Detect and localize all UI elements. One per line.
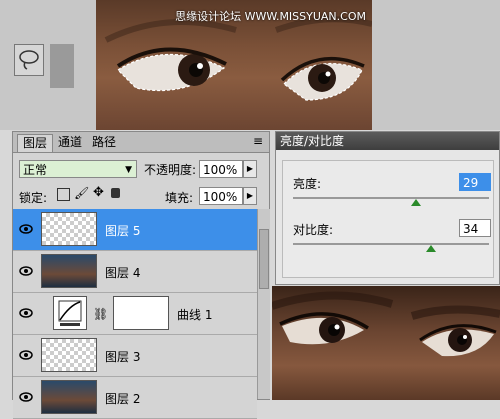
watermark-text: 思缘设计论坛 WWW.MISSYUAN.COM bbox=[175, 10, 366, 23]
layer-thumbnail bbox=[41, 338, 97, 372]
visibility-eye-icon[interactable] bbox=[19, 349, 33, 361]
visibility-eye-icon[interactable] bbox=[19, 391, 33, 403]
layer-row-3[interactable]: 图层 3 bbox=[13, 335, 257, 377]
opacity-label: 不透明度: bbox=[144, 163, 197, 177]
curves-adjustment-icon bbox=[53, 296, 87, 330]
brightness-slider-track[interactable] bbox=[293, 197, 489, 199]
layer-row-curves[interactable]: ⛓ 曲线 1 bbox=[13, 293, 257, 335]
panel-title: 亮度/对比度 bbox=[276, 132, 499, 150]
brightness-input[interactable]: 29 bbox=[459, 173, 491, 191]
lock-position-move-icon[interactable]: ✥ bbox=[93, 185, 104, 200]
opacity-stepper[interactable]: ▶ bbox=[243, 160, 257, 178]
contrast-label: 对比度: bbox=[293, 223, 334, 237]
fill-label: 填充: bbox=[165, 191, 194, 205]
contrast-slider-track[interactable] bbox=[293, 243, 489, 245]
lasso-icon bbox=[19, 50, 39, 70]
layer-name: 图层 4 bbox=[105, 266, 141, 280]
blend-mode-select[interactable]: 正常 ▼ bbox=[19, 160, 137, 178]
layers-scrollbar[interactable] bbox=[257, 209, 270, 399]
chevron-down-icon: ▼ bbox=[125, 165, 132, 175]
layer-thumbnail bbox=[41, 212, 97, 246]
layer-mask-thumbnail[interactable] bbox=[113, 296, 169, 330]
fill-stepper[interactable]: ▶ bbox=[243, 187, 257, 205]
tab-layers[interactable]: 图层 bbox=[17, 134, 54, 152]
adjustment-controls: 亮度: 29 对比度: 34 bbox=[282, 160, 494, 278]
brightness-contrast-panel: 亮度/对比度 亮度: 29 对比度: 34 bbox=[275, 131, 500, 285]
contrast-input[interactable]: 34 bbox=[459, 219, 491, 237]
tool-options-strip bbox=[50, 44, 74, 88]
visibility-eye-icon[interactable] bbox=[19, 223, 33, 235]
lasso-tool-button[interactable] bbox=[14, 44, 44, 76]
chain-link-icon[interactable]: ⛓ bbox=[93, 307, 108, 321]
lock-all-icon[interactable] bbox=[111, 188, 120, 198]
visibility-eye-icon[interactable] bbox=[19, 265, 33, 277]
layer-row-2[interactable]: 图层 2 bbox=[13, 377, 257, 419]
lock-pixels-brush-icon[interactable]: 🖌 bbox=[74, 186, 89, 200]
layer-row-5[interactable]: 图层 5 bbox=[13, 209, 257, 251]
fill-input[interactable]: 100% bbox=[199, 187, 243, 205]
layer-name: 图层 5 bbox=[105, 224, 141, 238]
layer-row-4[interactable]: 图层 4 bbox=[13, 251, 257, 293]
preview-eyes-image bbox=[272, 286, 500, 400]
lock-transparent-icon[interactable] bbox=[57, 188, 70, 201]
layer-name: 曲线 1 bbox=[177, 308, 213, 322]
brightness-label: 亮度: bbox=[293, 177, 322, 191]
layer-thumbnail bbox=[41, 380, 97, 414]
layers-panel-tabs: 图层 通道 路径 ≡ bbox=[13, 132, 269, 153]
face-illustration bbox=[272, 291, 500, 357]
brightness-slider-handle[interactable] bbox=[411, 199, 421, 206]
canvas-eyes-image[interactable]: 思缘设计论坛 WWW.MISSYUAN.COM bbox=[96, 0, 372, 130]
layer-name: 图层 3 bbox=[105, 350, 141, 364]
visibility-eye-icon[interactable] bbox=[19, 307, 33, 319]
layer-thumbnail bbox=[41, 254, 97, 288]
panel-menu-icon[interactable]: ≡ bbox=[253, 134, 263, 148]
tab-paths[interactable]: 路径 bbox=[87, 134, 121, 151]
scrollbar-thumb[interactable] bbox=[259, 229, 269, 289]
lock-label: 锁定: bbox=[19, 191, 48, 205]
blend-mode-value: 正常 bbox=[23, 163, 48, 177]
layers-panel: 图层 通道 路径 ≡ 正常 ▼ 不透明度: 100% ▶ 锁定: 🖌 ✥ 填充:… bbox=[12, 131, 270, 419]
layer-name: 图层 2 bbox=[105, 392, 141, 406]
opacity-input[interactable]: 100% bbox=[199, 160, 243, 178]
contrast-slider-handle[interactable] bbox=[426, 245, 436, 252]
tab-channels[interactable]: 通道 bbox=[53, 134, 87, 151]
